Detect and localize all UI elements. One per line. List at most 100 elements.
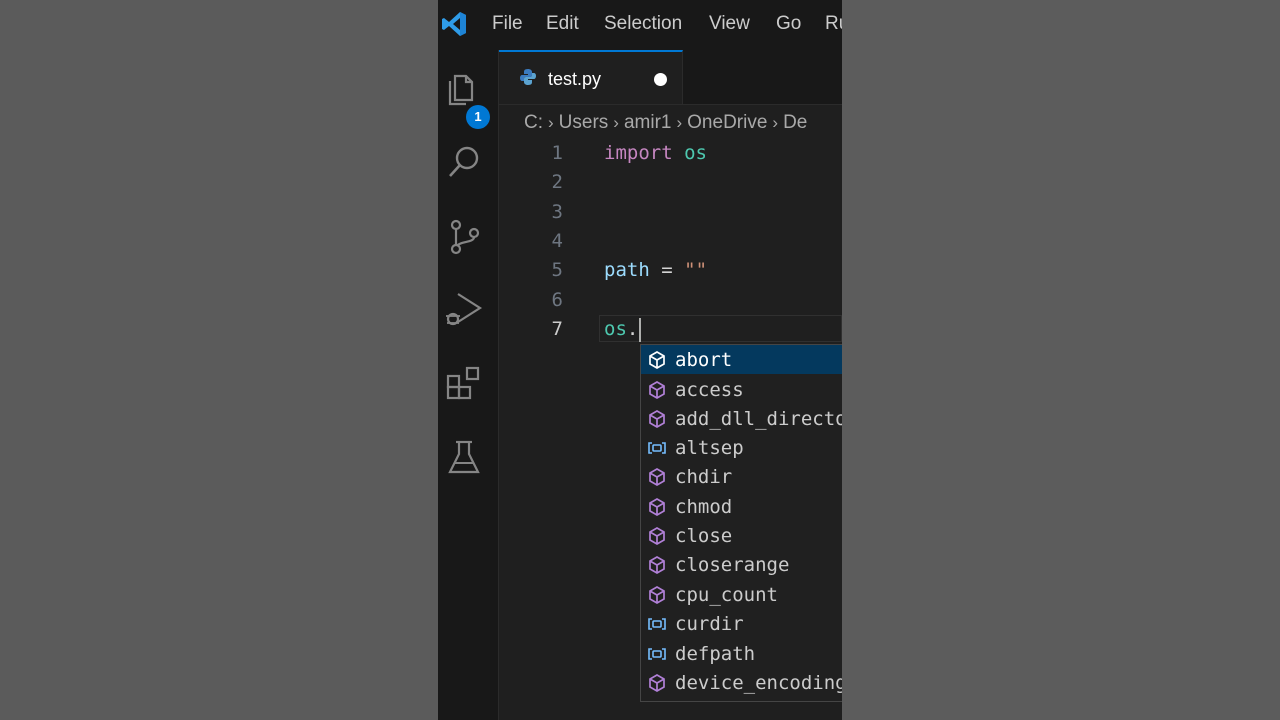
- line-number: 7: [551, 318, 563, 340]
- testing-icon: [448, 440, 480, 474]
- suggestion-label: add_dll_directo: [675, 408, 842, 430]
- method-cube-icon: [649, 586, 665, 604]
- code-line: 6: [499, 286, 842, 315]
- method-cube-icon: [649, 498, 665, 516]
- method-cube-icon: [649, 527, 665, 545]
- method-cube-icon: [649, 468, 665, 486]
- background-right: [842, 0, 1280, 720]
- suggestion-item[interactable]: cpu_count: [641, 580, 842, 609]
- chevron-right-icon: ›: [548, 113, 554, 132]
- code-line: 5 path = "": [499, 256, 842, 285]
- tab-bar: test.py: [499, 50, 842, 105]
- suggestion-item[interactable]: close: [641, 521, 842, 550]
- menu-view[interactable]: View: [709, 13, 750, 35]
- chevron-right-icon: ›: [772, 113, 779, 132]
- module-token: os: [684, 142, 707, 164]
- code-line: 3: [499, 198, 842, 227]
- breadcrumb-item[interactable]: De: [783, 112, 807, 134]
- suggestion-item[interactable]: access: [641, 375, 842, 404]
- line-number: 1: [551, 142, 563, 164]
- menu-edit[interactable]: Edit: [546, 13, 579, 35]
- source-control-button[interactable]: [442, 215, 486, 259]
- method-cube-icon: [649, 556, 665, 574]
- line-number: 6: [551, 289, 563, 311]
- operator-token: =: [661, 259, 673, 281]
- suggestion-label: closerange: [675, 554, 790, 576]
- files-icon: [448, 74, 474, 106]
- suggestion-label: altsep: [675, 437, 744, 459]
- suggestion-item[interactable]: closerange: [641, 550, 842, 579]
- search-button[interactable]: [442, 140, 486, 184]
- module-token: os: [604, 318, 627, 340]
- suggestion-item[interactable]: altsep: [641, 433, 842, 462]
- chevron-right-icon: ›: [676, 113, 683, 132]
- menu-selection[interactable]: Selection: [604, 13, 682, 35]
- suggestion-item[interactable]: defpath: [641, 639, 842, 668]
- suggestion-label: close: [675, 525, 733, 547]
- line-number: 3: [551, 201, 563, 223]
- tab-test-py[interactable]: test.py: [499, 50, 683, 104]
- method-cube-icon: [649, 410, 665, 428]
- suggestion-item[interactable]: add_dll_directo: [641, 404, 842, 433]
- text-cursor: [639, 317, 642, 342]
- suggestion-label: device_encoding: [675, 672, 842, 694]
- suggestion-item[interactable]: chmod: [641, 492, 842, 521]
- run-debug-button[interactable]: [442, 288, 486, 332]
- operator-token: .: [626, 318, 639, 340]
- suggestion-item[interactable]: chdir: [641, 462, 842, 491]
- vscode-logo-icon: [442, 12, 466, 36]
- breadcrumb-item[interactable]: Users: [559, 112, 609, 134]
- code-line-active: 7 os.: [499, 315, 842, 344]
- source-control-icon: [450, 219, 480, 255]
- suggestion-label: access: [675, 379, 744, 401]
- breadcrumb-item[interactable]: C:: [524, 112, 543, 134]
- background-left: [0, 0, 438, 720]
- suggestion-item[interactable]: device_encoding: [641, 668, 842, 697]
- keyword-token: import: [604, 142, 673, 164]
- variable-icon: [648, 648, 666, 660]
- run-debug-icon: [446, 293, 483, 326]
- method-cube-icon: [649, 674, 665, 692]
- suggestion-label: chdir: [675, 466, 733, 488]
- variable-icon: [648, 618, 666, 630]
- explorer-button[interactable]: 1: [442, 66, 490, 129]
- explorer-badge: 1: [466, 105, 490, 129]
- autocomplete-list[interactable]: abort access add_dll_directo altsep chdi…: [640, 344, 842, 702]
- menu-bar: File Edit Selection View Go Ru: [438, 0, 842, 50]
- suggestion-label: defpath: [675, 643, 756, 665]
- suggestion-label: chmod: [675, 496, 733, 518]
- suggestion-label: abort: [675, 349, 733, 371]
- breadcrumb: C: › Users › amir1 › OneDrive › De: [524, 112, 807, 136]
- menu-go[interactable]: Go: [776, 13, 801, 35]
- line-number: 5: [551, 259, 563, 281]
- extensions-button[interactable]: [442, 362, 486, 406]
- string-token: "": [684, 259, 708, 281]
- menu-run[interactable]: Ru: [825, 13, 842, 35]
- code-text: os.: [604, 315, 642, 344]
- activity-bar: 1: [438, 50, 499, 720]
- chevron-right-icon: ›: [613, 113, 619, 132]
- menu-file[interactable]: File: [492, 13, 523, 35]
- extensions-icon: [446, 366, 480, 400]
- code-line: 4: [499, 227, 842, 256]
- breadcrumb-item[interactable]: amir1: [624, 112, 672, 134]
- code-line: 1 import os: [499, 139, 842, 168]
- suggestion-label: cpu_count: [675, 584, 778, 606]
- line-number: 2: [551, 171, 563, 193]
- code-text: path = "": [604, 256, 707, 285]
- code-text: import os: [604, 139, 707, 168]
- method-cube-icon: [649, 381, 665, 399]
- variable-icon: [648, 442, 666, 454]
- variable-token: path: [604, 259, 650, 281]
- testing-button[interactable]: [442, 436, 486, 480]
- tab-label: test.py: [548, 69, 602, 89]
- line-number: 4: [551, 230, 563, 252]
- code-line: 2: [499, 168, 842, 197]
- search-icon: [449, 146, 479, 177]
- unsaved-dot-icon[interactable]: [654, 73, 667, 86]
- suggestion-item[interactable]: curdir: [641, 609, 842, 638]
- method-cube-icon: [649, 351, 665, 369]
- breadcrumb-item[interactable]: OneDrive: [687, 112, 767, 134]
- suggestion-label: curdir: [675, 613, 744, 635]
- suggestion-item[interactable]: abort: [641, 345, 842, 374]
